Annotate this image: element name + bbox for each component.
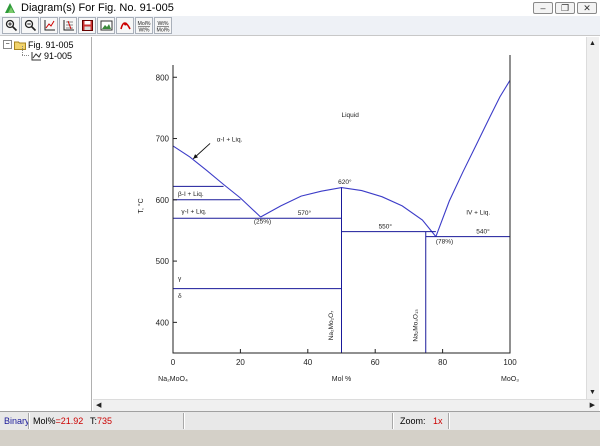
tree-child-label: 91-005 — [44, 50, 73, 61]
title-bar: Diagram(s) For Fig. No. 91-005 — [0, 0, 600, 16]
svg-text:Wt%: Wt% — [139, 27, 150, 33]
window-title: Diagram(s) For Fig. No. 91-005 — [21, 2, 174, 14]
weight-percent-button[interactable]: Wt% Mol% — [154, 17, 172, 34]
diagram-label: 540° — [476, 228, 490, 236]
diagram-label: α-I + Liq. — [217, 137, 243, 144]
status-separator — [448, 413, 450, 429]
x-tick-label: 0 — [171, 358, 176, 367]
status-separator — [392, 413, 394, 429]
restore-button[interactable]: ❐ — [555, 2, 575, 14]
axis-scale-button[interactable] — [40, 17, 58, 34]
mole-percent-button[interactable]: Mol% Wt% — [135, 17, 153, 34]
y-tick-label: 700 — [156, 135, 170, 144]
temperature-readout: T:735 — [90, 416, 112, 426]
grid-icon — [63, 20, 74, 31]
x-tick-label: 60 — [371, 358, 380, 367]
tree-connector — [22, 46, 24, 55]
x-tick-label: 100 — [503, 358, 517, 367]
status-separator — [183, 413, 185, 429]
svg-text:Mol%: Mol% — [157, 27, 170, 33]
plot-button[interactable] — [116, 17, 134, 34]
zoom-in-button[interactable] — [2, 17, 20, 34]
mol-label: Mol% — [33, 416, 56, 426]
save-icon — [81, 20, 93, 31]
tree-root-label: Fig. 91-005 — [28, 39, 74, 50]
zoom-out-icon — [24, 19, 36, 32]
scroll-down-arrow-icon[interactable]: ▼ — [589, 389, 596, 396]
vertical-scrollbar[interactable]: ▲ ▼ — [586, 37, 599, 399]
status-bar: Binary Mol%=21.92 T:735 Zoom: 1x — [0, 411, 600, 430]
liquidus-curve-1 — [260, 187, 437, 237]
axis-scale-icon — [44, 20, 55, 31]
diagram-label: β-I + Liq. — [178, 191, 204, 198]
diagram-label: IV + Liq. — [466, 210, 490, 217]
diagram-label: Liquid — [342, 112, 360, 119]
x-end-label-right: MoO₃ — [501, 376, 519, 383]
tree-item-diagram[interactable]: 91-005 — [31, 50, 72, 61]
toolbar: Mol% Wt% Wt% Mol% — [0, 16, 600, 36]
x-axis-label: Mol % — [332, 376, 351, 383]
diagram-label: (25%) — [254, 219, 271, 226]
zoom-value: 1x — [433, 416, 443, 426]
mole-percent-icon: Mol% Wt% — [138, 21, 151, 33]
zoom-label: Zoom: — [400, 416, 426, 426]
y-tick-label: 800 — [156, 73, 170, 82]
mol-readout: Mol%=21.92 — [33, 416, 83, 426]
image-icon — [100, 20, 112, 31]
tree-connector — [22, 55, 29, 57]
window-bottom-edge — [0, 430, 600, 446]
tree-item-root[interactable]: − Fig. 91-005 — [3, 39, 74, 50]
plot-icon — [119, 22, 131, 30]
horizontal-scrollbar[interactable]: ◀ ▶ — [93, 399, 599, 411]
diagram-label: γ — [178, 276, 182, 283]
diagram-label: 570° — [298, 209, 312, 217]
close-button[interactable]: ✕ — [577, 2, 597, 14]
x-tick-label: 40 — [303, 358, 312, 367]
minimize-button[interactable]: – — [533, 2, 553, 14]
diagram-label: 550° — [379, 223, 393, 231]
zoom-out-button[interactable] — [21, 17, 39, 34]
save-button[interactable] — [78, 17, 96, 34]
diagram-label: Na₂Mo₄O₁₃ — [412, 309, 419, 342]
x-end-label-left: Na₂MoO₄ — [158, 376, 188, 383]
t-value: 735 — [97, 416, 113, 426]
x-tick-label: 20 — [236, 358, 245, 367]
diagram-label: (78%) — [436, 238, 453, 245]
zoom-in-icon — [5, 19, 17, 32]
y-tick-label: 400 — [156, 318, 170, 327]
app-icon — [5, 3, 15, 13]
figure-tree: − Fig. 91-005 91-005 — [0, 37, 92, 411]
diagram-canvas[interactable]: 0 20 40 60 80 100 400 500 600 700 800 Mol % T, °C Na… — [93, 37, 586, 399]
y-axis-label: T, °C — [137, 198, 145, 213]
t-label: T: — [90, 416, 98, 426]
weight-percent-icon: Wt% Mol% — [157, 21, 170, 33]
diagram-label: Na₂Mo₂O₇ — [328, 311, 335, 341]
status-separator — [28, 413, 30, 429]
diagram-label: 620° — [338, 178, 352, 186]
y-tick-label: 500 — [156, 257, 170, 266]
scroll-up-arrow-icon[interactable]: ▲ — [589, 40, 596, 47]
liquidus-curve-0 — [172, 145, 261, 218]
phase-diagram: 0 20 40 60 80 100 400 500 600 700 800 Mol % T, °C Na… — [137, 55, 519, 383]
diagram-label: γ-I + Liq. — [181, 208, 206, 215]
folder-icon — [14, 41, 26, 50]
system-type: Binary — [4, 416, 30, 426]
scroll-right-arrow-icon[interactable]: ▶ — [590, 402, 595, 409]
x-tick-label: 80 — [438, 358, 447, 367]
image-button[interactable] — [97, 17, 115, 34]
tree-expander[interactable]: − — [3, 40, 12, 49]
mol-value: =21.92 — [55, 416, 84, 426]
scroll-left-arrow-icon[interactable]: ◀ — [96, 402, 101, 409]
diagram-label: δ — [178, 293, 182, 300]
diagram-icon — [31, 51, 42, 60]
grid-button[interactable] — [59, 17, 77, 34]
y-tick-label: 600 — [156, 196, 170, 205]
